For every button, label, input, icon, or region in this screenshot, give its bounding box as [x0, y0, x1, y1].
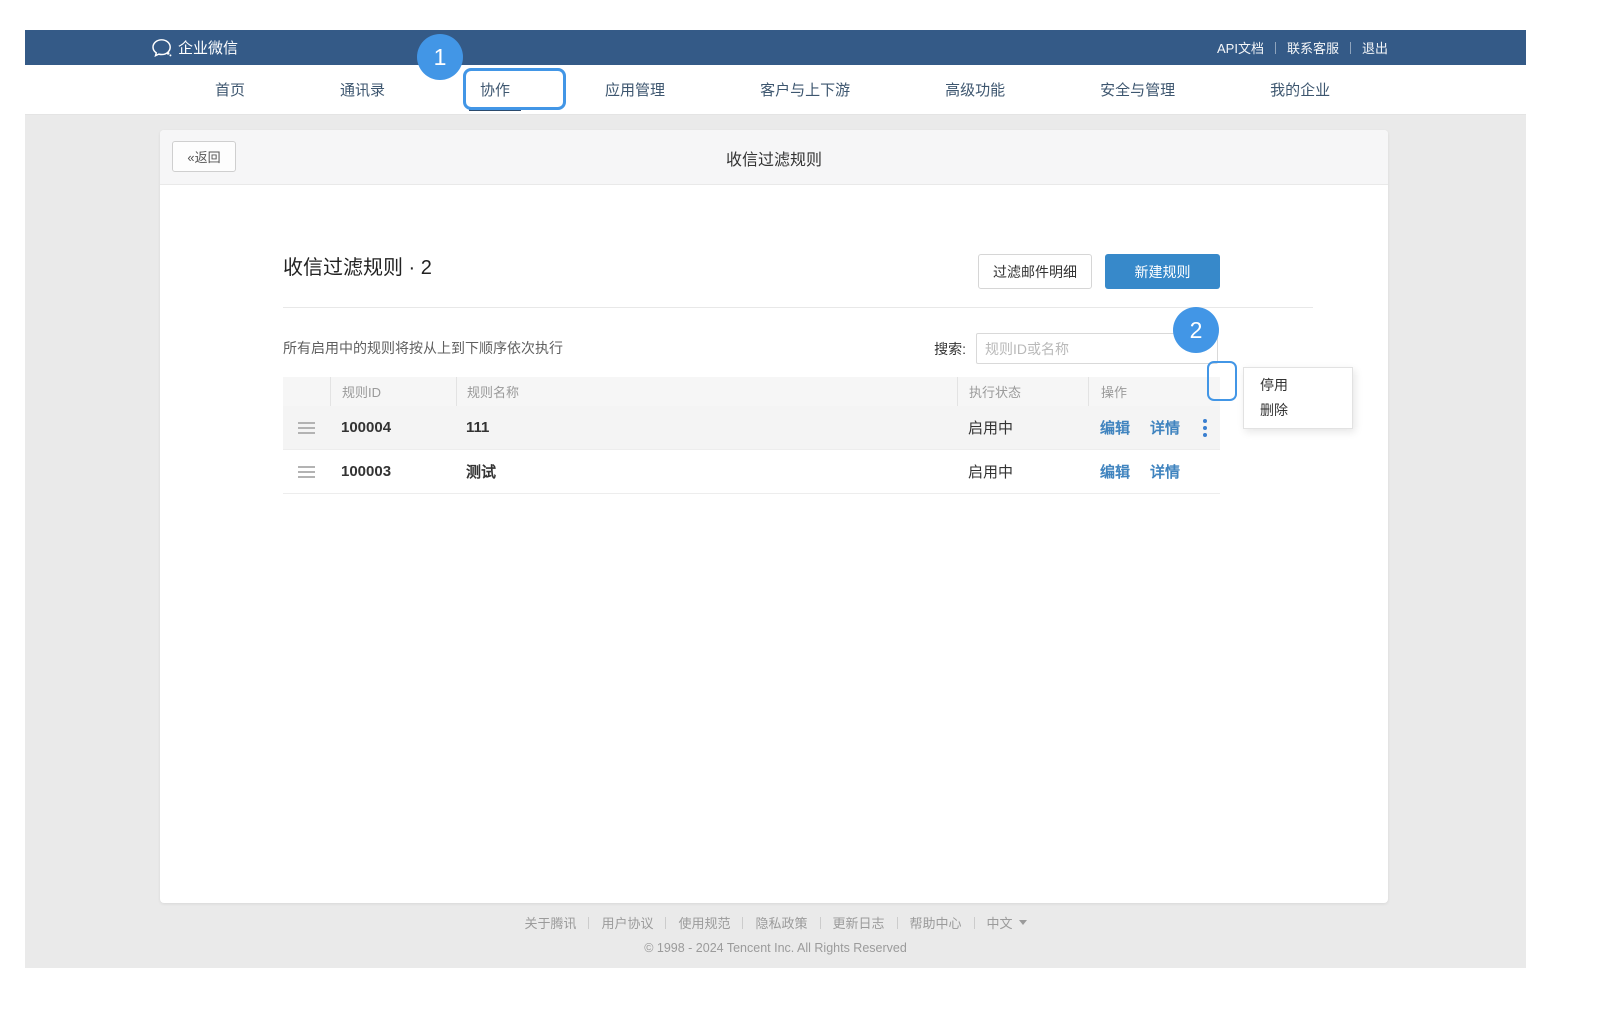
new-rule-button[interactable]: 新建规则 — [1105, 254, 1220, 289]
divider — [1275, 42, 1276, 54]
annotation-step-2: 2 — [1173, 307, 1219, 353]
nav-tab-app-management[interactable]: 应用管理 — [605, 65, 665, 114]
footer-link-usage-rules[interactable]: 使用规范 — [678, 913, 730, 932]
mail-filter-rules-card: «返回 收信过滤规则 收信过滤规则 · 2 过滤邮件明细 新建规则 所有启用中的… — [160, 130, 1388, 903]
topbar-link-logout[interactable]: 退出 — [1362, 38, 1388, 57]
drag-handle-icon[interactable] — [283, 466, 330, 478]
page-title: 收信过滤规则 — [160, 130, 1388, 185]
divider — [665, 917, 666, 929]
nav-tab-security-management[interactable]: 安全与管理 — [1100, 65, 1175, 114]
rule-id: 100004 — [330, 419, 456, 436]
status-badge: 启用中 — [957, 417, 1088, 438]
section-heading: 收信过滤规则 · 2 — [283, 251, 432, 280]
card-header: «返回 收信过滤规则 — [160, 130, 1388, 185]
active-tab-indicator — [469, 108, 521, 111]
search-row: 搜索: — [900, 333, 1218, 364]
nav-tab-home[interactable]: 首页 — [215, 65, 245, 114]
column-header-rule-id: 规则ID — [330, 377, 456, 406]
wecom-logo: 企业微信 — [152, 30, 238, 65]
more-actions-icon[interactable] — [1203, 419, 1207, 437]
divider — [897, 917, 898, 929]
divider — [742, 917, 743, 929]
content-area: «返回 收信过滤规则 收信过滤规则 · 2 过滤邮件明细 新建规则 所有启用中的… — [25, 115, 1526, 968]
annotation-step-1: 1 — [417, 34, 463, 80]
divider — [820, 917, 821, 929]
topbar-links: API文档 联系客服 退出 — [1217, 30, 1388, 65]
menu-item-disable[interactable]: 停用 — [1244, 373, 1352, 398]
rule-name: 测试 — [456, 461, 957, 482]
column-header-actions: 操作 — [1088, 377, 1220, 406]
filter-mail-detail-button[interactable]: 过滤邮件明细 — [978, 254, 1092, 289]
footer-link-help-center[interactable]: 帮助中心 — [910, 913, 962, 932]
footer: 关于腾讯 用户协议 使用规范 隐私政策 更新日志 帮助中心 中文 © 1998 … — [25, 913, 1526, 955]
nav-tab-contacts[interactable]: 通讯录 — [340, 65, 385, 114]
column-header-rule-name: 规则名称 — [456, 377, 957, 406]
drag-handle-icon[interactable] — [283, 422, 330, 434]
divider — [588, 917, 589, 929]
nav-tab-customers-updownstream[interactable]: 客户与上下游 — [760, 65, 850, 114]
status-badge: 启用中 — [957, 461, 1088, 482]
divider — [974, 917, 975, 929]
detail-link[interactable]: 详情 — [1150, 417, 1180, 438]
table-row: 100004 111 启用中 编辑 详情 — [283, 406, 1220, 450]
topbar-link-contact-support[interactable]: 联系客服 — [1287, 38, 1339, 57]
copyright: © 1998 - 2024 Tencent Inc. All Rights Re… — [25, 941, 1526, 955]
topbar-link-api-docs[interactable]: API文档 — [1217, 38, 1264, 57]
browser-page: 企业微信 API文档 联系客服 退出 首页 通讯录 协作 应用管理 客户与上下游… — [25, 30, 1526, 968]
divider — [283, 307, 1313, 308]
nav-tab-my-company[interactable]: 我的企业 — [1270, 65, 1330, 114]
nav-tab-collaboration[interactable]: 协作 — [480, 65, 510, 114]
detail-link[interactable]: 详情 — [1150, 461, 1180, 482]
nav-tab-advanced-features[interactable]: 高级功能 — [945, 65, 1005, 114]
annotation-highlight-box-1 — [463, 68, 566, 110]
rule-id: 100003 — [330, 463, 456, 480]
divider — [1350, 42, 1351, 54]
column-header-status: 执行状态 — [957, 377, 1088, 406]
search-label: 搜索: — [900, 339, 966, 359]
row-actions: 编辑 详情 — [1088, 417, 1220, 438]
table-header-row: 规则ID 规则名称 执行状态 操作 — [283, 377, 1220, 406]
chevron-down-icon — [1019, 920, 1027, 925]
footer-link-user-agreement[interactable]: 用户协议 — [601, 913, 653, 932]
rules-table: 规则ID 规则名称 执行状态 操作 100004 111 启用中 编辑 详情 — [283, 377, 1220, 494]
footer-links: 关于腾讯 用户协议 使用规范 隐私政策 更新日志 帮助中心 中文 — [25, 913, 1526, 932]
edit-link[interactable]: 编辑 — [1100, 417, 1130, 438]
footer-link-privacy-policy[interactable]: 隐私政策 — [755, 913, 807, 932]
rules-order-note: 所有启用中的规则将按从上到下顺序依次执行 — [283, 333, 563, 364]
footer-link-about-tencent[interactable]: 关于腾讯 — [524, 913, 576, 932]
row-actions: 编辑 详情 — [1088, 461, 1220, 482]
main-nav: 首页 通讯录 协作 应用管理 客户与上下游 高级功能 安全与管理 我的企业 — [25, 65, 1526, 115]
topbar: 企业微信 API文档 联系客服 退出 — [25, 30, 1526, 65]
row-actions-menu: 停用 删除 — [1243, 367, 1353, 429]
wecom-logo-icon — [152, 39, 172, 57]
menu-item-delete[interactable]: 删除 — [1244, 398, 1352, 423]
table-row: 100003 测试 启用中 编辑 详情 — [283, 450, 1220, 494]
rule-name: 111 — [456, 419, 957, 436]
footer-link-changelog[interactable]: 更新日志 — [833, 913, 885, 932]
logo-text: 企业微信 — [178, 37, 238, 58]
language-selector[interactable]: 中文 — [987, 913, 1027, 932]
edit-link[interactable]: 编辑 — [1100, 461, 1130, 482]
